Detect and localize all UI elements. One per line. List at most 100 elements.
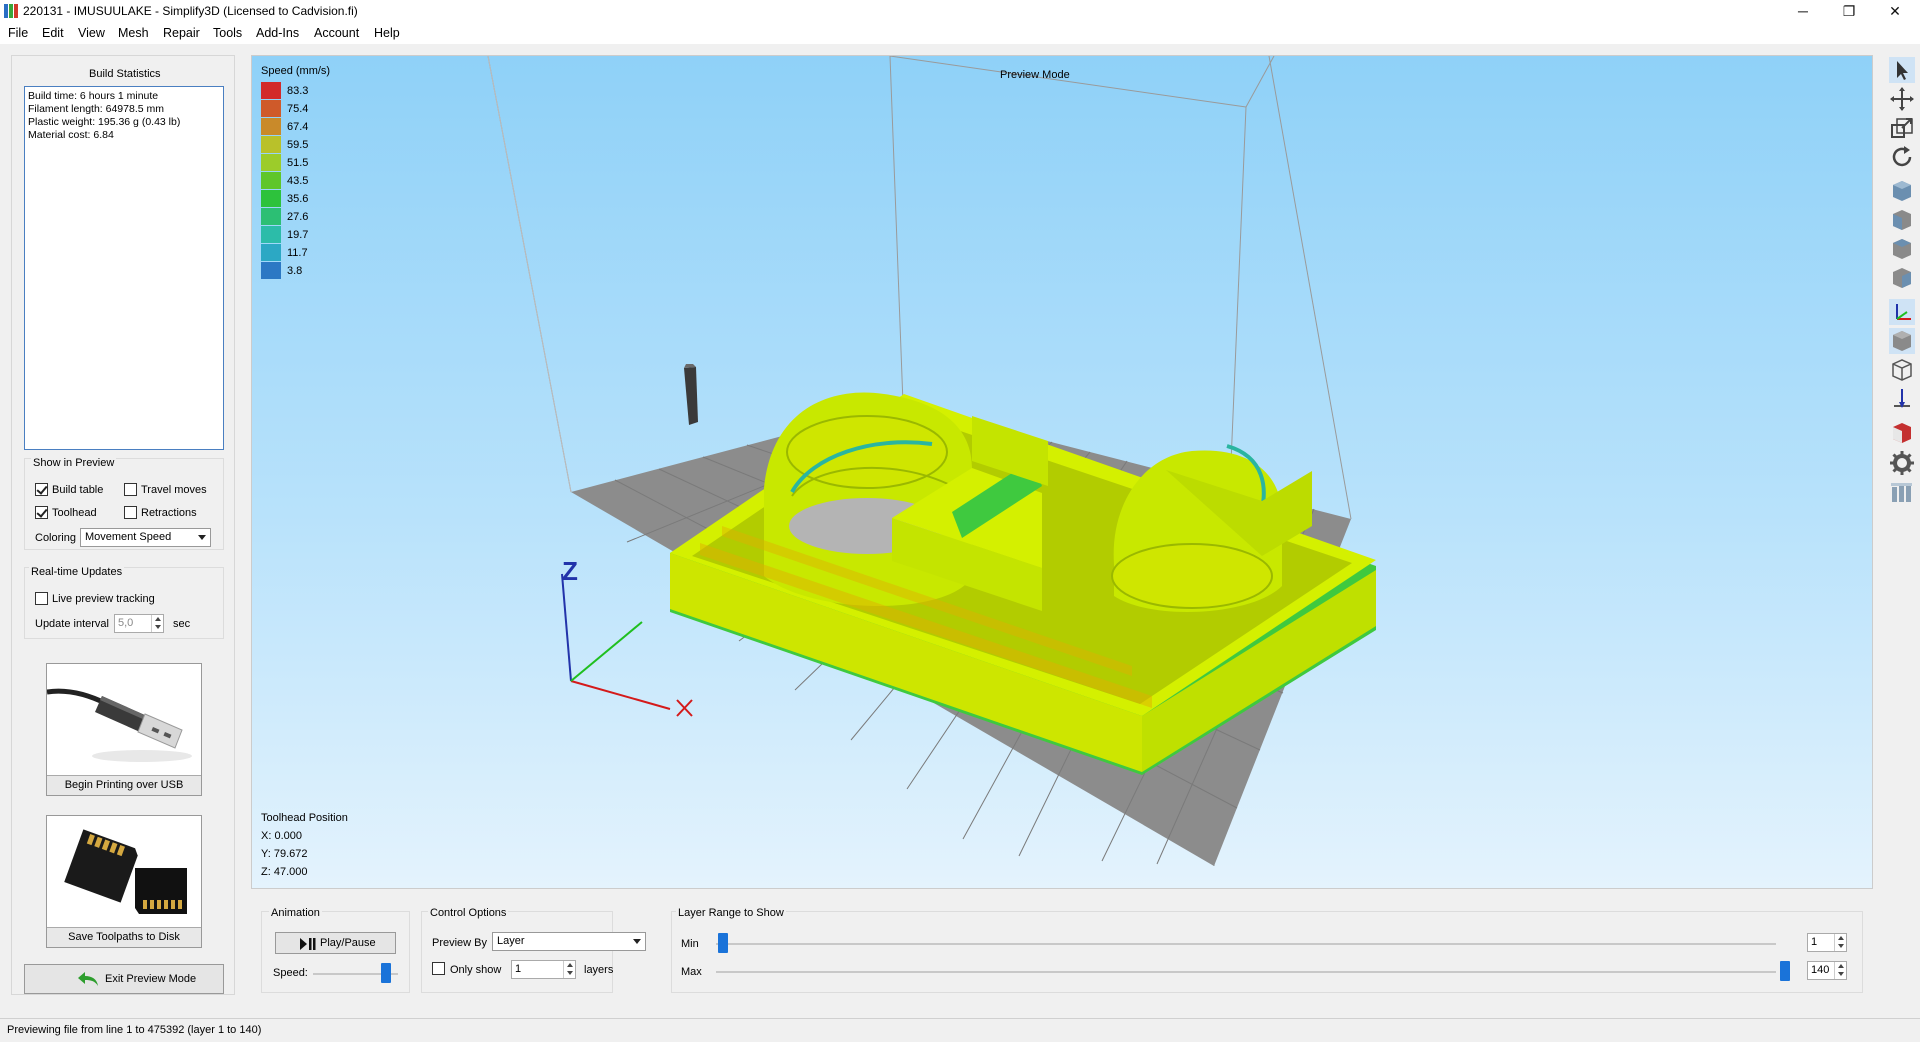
toolhead-icon[interactable]	[1889, 386, 1915, 412]
move-icon[interactable]	[1889, 86, 1915, 112]
toolhead-checkbox[interactable]	[35, 506, 48, 519]
animation-speed-label: Speed:	[273, 967, 308, 979]
coloring-select-value: Movement Speed	[85, 531, 172, 543]
stat-plastic-weight: Plastic weight: 195.36 g (0.43 lb)	[28, 116, 181, 128]
cross-section-icon[interactable]	[1889, 420, 1915, 446]
stat-build-time: Build time: 6 hours 1 minute	[28, 90, 159, 102]
toolhead-position-title: Toolhead Position	[261, 812, 348, 824]
layer-range-header: Layer Range to Show	[676, 907, 786, 919]
travel-moves-label: Travel moves	[141, 484, 207, 496]
axes-icon[interactable]	[1889, 299, 1915, 325]
menu-help[interactable]: Help	[374, 26, 400, 40]
select-icon[interactable]	[1889, 57, 1915, 83]
legend-swatch	[261, 262, 281, 279]
menu-account[interactable]: Account	[314, 26, 359, 40]
save-toolpaths-button[interactable]: Save Toolpaths to Disk	[46, 815, 202, 948]
menu-edit[interactable]: Edit	[42, 26, 64, 40]
update-interval-label: Update interval	[35, 618, 109, 630]
view-top-icon[interactable]	[1889, 236, 1915, 262]
legend-title: Speed (mm/s)	[261, 65, 331, 77]
close-button[interactable]: ✕	[1872, 0, 1918, 22]
live-preview-tracking-checkbox[interactable]	[35, 592, 48, 605]
build-table-checkbox[interactable]	[35, 483, 48, 496]
legend-value: 27.6	[287, 211, 309, 223]
spin-buttons[interactable]	[1834, 962, 1846, 979]
animation-speed-thumb[interactable]	[381, 963, 391, 983]
build-table-label: Build table	[52, 484, 104, 496]
update-interval-unit: sec	[173, 618, 191, 630]
view-default-icon[interactable]	[1889, 178, 1915, 204]
coloring-label: Coloring	[35, 532, 76, 544]
layer-min-track[interactable]	[716, 943, 1776, 945]
begin-printing-usb-label: Begin Printing over USB	[47, 775, 201, 795]
travel-moves-checkbox[interactable]	[124, 483, 137, 496]
minimize-button[interactable]: ─	[1780, 0, 1826, 22]
menu-view[interactable]: View	[78, 26, 105, 40]
back-arrow-icon	[78, 972, 98, 986]
wireframe-icon[interactable]	[1889, 357, 1915, 383]
legend-value: 19.7	[287, 229, 309, 241]
legend-swatch	[261, 100, 281, 117]
legend-swatch	[261, 190, 281, 207]
layer-max-thumb[interactable]	[1780, 961, 1790, 981]
menu-repair[interactable]: Repair	[163, 26, 200, 40]
retractions-checkbox[interactable]	[124, 506, 137, 519]
title-bar: 220131 - IMUSUULAKE - Simplify3D (Licens…	[0, 0, 1920, 22]
build-statistics-header: Build Statistics	[89, 68, 161, 80]
build-statistics-box[interactable]: Build time: 6 hours 1 minute Filament le…	[24, 86, 224, 450]
begin-printing-usb-button[interactable]: Begin Printing over USB	[46, 663, 202, 796]
spin-buttons[interactable]	[1834, 934, 1846, 951]
control-options-group	[421, 911, 613, 993]
preview-by-select[interactable]: Layer	[492, 932, 646, 951]
view-toolbar	[1884, 55, 1920, 535]
toolhead-marker	[684, 364, 698, 425]
restore-button[interactable]: ❐	[1826, 0, 1872, 22]
rotate-icon[interactable]	[1889, 144, 1915, 170]
coloring-select[interactable]: Movement Speed	[80, 528, 211, 547]
view-side-icon[interactable]	[1889, 265, 1915, 291]
scale-icon[interactable]	[1889, 115, 1915, 141]
layer-min-input[interactable]: 1	[1807, 933, 1847, 952]
solid-view-icon[interactable]	[1889, 328, 1915, 354]
legend-value: 3.8	[287, 265, 303, 277]
legend-value: 11.7	[287, 247, 308, 259]
print-preview-scene[interactable]	[252, 56, 1873, 889]
menu-add-ins[interactable]: Add-Ins	[256, 26, 299, 40]
layer-max-label: Max	[681, 966, 702, 978]
z-axis-label: Z	[562, 556, 578, 586]
menu-file[interactable]: File	[8, 26, 28, 40]
layer-min-thumb[interactable]	[718, 933, 728, 953]
legend-value: 51.5	[287, 157, 309, 169]
bottom-panel: Animation Play/Pause Speed: Control Opti…	[251, 895, 1873, 1005]
legend-swatch	[261, 244, 281, 261]
exit-preview-mode-button[interactable]: Exit Preview Mode	[24, 964, 224, 994]
play-pause-button[interactable]: Play/Pause	[275, 932, 396, 954]
update-interval-input[interactable]: 5,0	[114, 614, 164, 633]
only-show-checkbox[interactable]	[432, 962, 445, 975]
legend-swatch	[261, 154, 281, 171]
parts-icon[interactable]	[1889, 479, 1915, 505]
layer-max-value: 140	[1811, 964, 1830, 976]
view-front-icon[interactable]	[1889, 207, 1915, 233]
left-panel: Build Statistics Build time: 6 hours 1 m…	[11, 55, 235, 995]
layer-max-input[interactable]: 140	[1807, 961, 1847, 980]
only-show-input[interactable]: 1	[511, 960, 576, 979]
settings-gear-icon[interactable]	[1889, 450, 1915, 476]
legend-value: 67.4	[287, 121, 309, 133]
layer-max-track[interactable]	[716, 971, 1776, 973]
toolhead-z: Z: 47.000	[261, 866, 308, 878]
toolhead-y: Y: 79.672	[261, 848, 308, 860]
spin-buttons[interactable]	[151, 615, 163, 632]
chevron-down-icon	[198, 535, 206, 540]
spin-buttons[interactable]	[563, 961, 575, 978]
layer-min-label: Min	[681, 938, 699, 950]
layer-range-group	[671, 911, 1863, 993]
realtime-updates-header: Real-time Updates	[29, 566, 125, 578]
legend-value: 83.3	[287, 85, 309, 97]
menu-tools[interactable]: Tools	[213, 26, 242, 40]
preview-viewport[interactable]: Preview Mode Z Speed (mm/s) 83.3 75.4 67.4…	[251, 55, 1873, 889]
save-toolpaths-label: Save Toolpaths to Disk	[47, 927, 201, 947]
chevron-down-icon	[633, 939, 641, 944]
menu-mesh[interactable]: Mesh	[118, 26, 149, 40]
legend-value: 43.5	[287, 175, 309, 187]
